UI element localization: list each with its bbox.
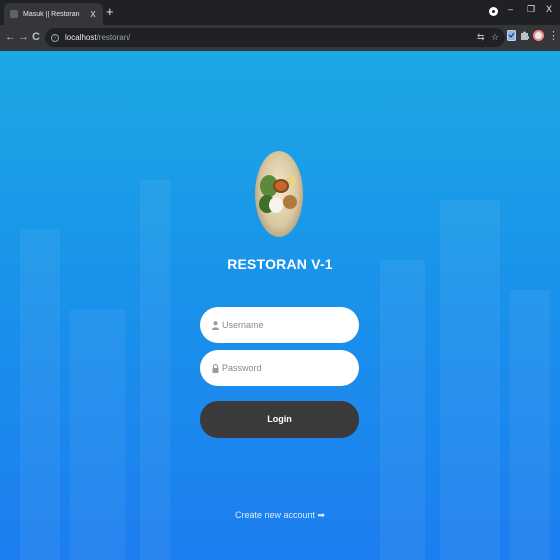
login-button[interactable]: Login [200,401,359,438]
background-building [140,180,170,560]
info-icon[interactable]: i [51,33,59,42]
browser-menu-icon[interactable]: ⋮ [548,29,559,42]
background-building [70,310,125,560]
user-icon [212,320,219,330]
browser-tab[interactable]: Masuk || Restoran X [4,3,103,25]
address-bar[interactable]: i localhost /restoran/ ⇆ ☆ [45,28,505,47]
app-title: RESTORAN V-1 [227,256,333,272]
translate-icon[interactable]: ⇆ [477,32,485,43]
tab-bar: Masuk || Restoran X + – ❐ X [0,0,560,25]
back-button[interactable]: ← [5,30,16,44]
restaurant-logo [255,151,303,237]
close-window-button[interactable]: X [546,4,552,14]
media-indicator-icon[interactable] [489,7,498,16]
username-field[interactable] [200,307,359,343]
tab-title: Masuk || Restoran [23,10,80,18]
password-field[interactable] [200,350,359,386]
extension-icon[interactable] [507,30,516,41]
puzzle-icon[interactable] [520,30,529,41]
star-icon[interactable]: ☆ [491,32,499,43]
page-viewport: RESTORAN V-1 Login Create new account ➡ [0,51,560,560]
maximize-button[interactable]: ❐ [527,4,535,15]
new-tab-button[interactable]: + [106,5,114,18]
url-host: localhost [65,33,97,42]
profile-avatar[interactable] [533,30,544,41]
url-path: /restoran/ [96,33,131,42]
password-input[interactable] [222,358,347,378]
username-input[interactable] [222,315,347,335]
reload-button[interactable]: C [32,30,40,44]
background-building [440,200,500,560]
tab-close-icon[interactable]: X [89,10,97,19]
minimize-button[interactable]: – [508,4,513,14]
browser-toolbar: ← → C i localhost /restoran/ ⇆ ☆ ⋮ [0,25,560,51]
favicon-icon [10,10,18,18]
create-account-link[interactable]: Create new account ➡ [0,510,560,521]
lock-icon [212,363,219,373]
forward-button[interactable]: → [18,30,29,44]
